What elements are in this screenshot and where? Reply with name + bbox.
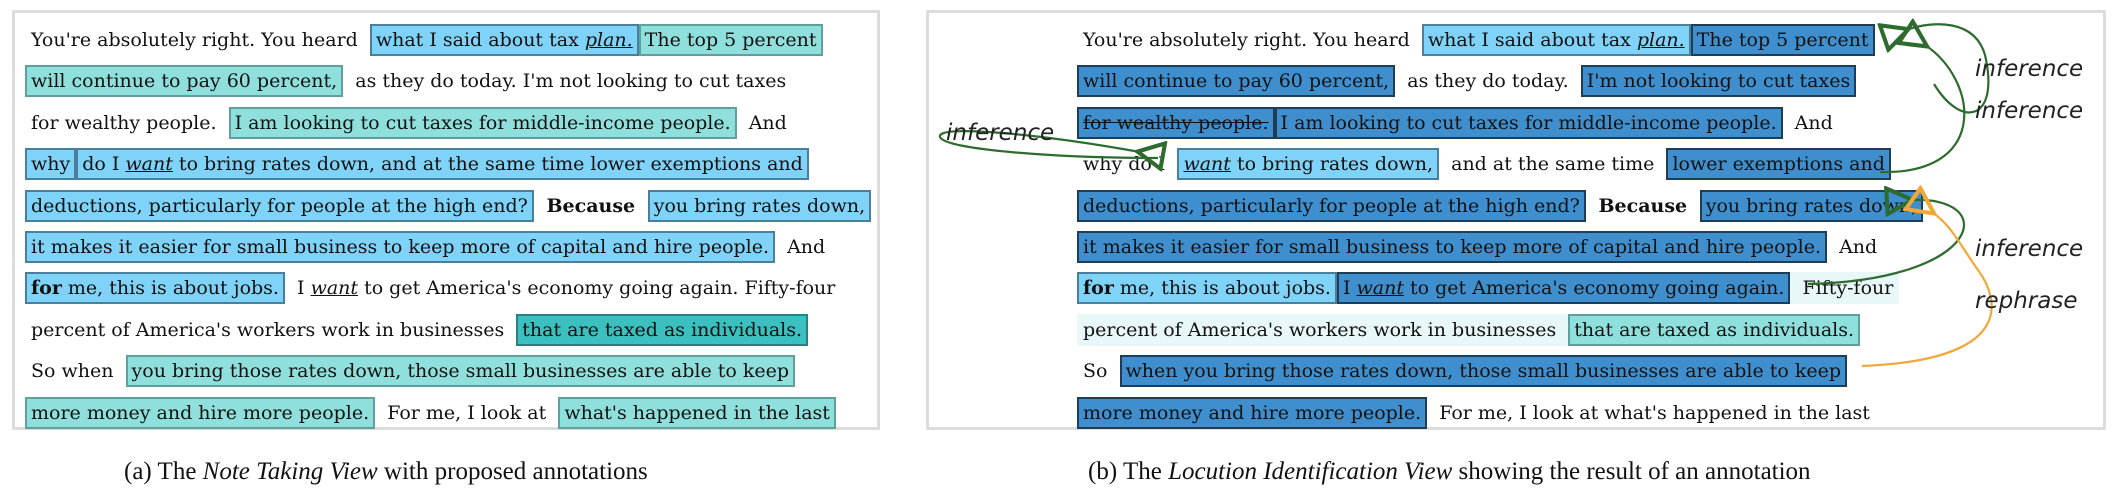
- relation-label: rephrase: [1975, 288, 2078, 314]
- inference-arrow-4[interactable]: [1807, 200, 1965, 286]
- rephrase-arrow[interactable]: [1861, 212, 1993, 368]
- inference-arrow-2[interactable]: [1879, 45, 1966, 174]
- caption-a: (a) The Note Taking View with proposed a…: [124, 458, 648, 485]
- relation-label: inference: [946, 120, 1055, 146]
- relation-arrows: [938, 0, 1993, 368]
- relation-label: inference: [1975, 56, 2084, 82]
- caption-b: (b) The Locution Identification View sho…: [1088, 458, 1811, 485]
- relation-label: inference: [1975, 98, 2084, 124]
- relation-label: inference: [1975, 236, 2084, 262]
